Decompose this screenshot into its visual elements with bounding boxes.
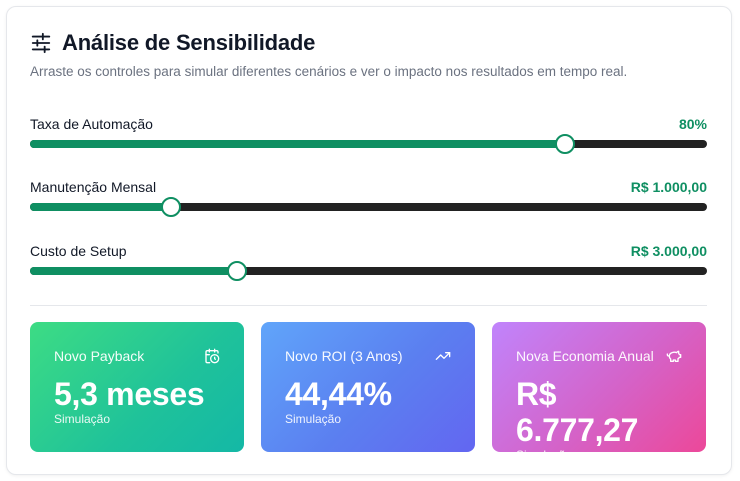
slider-value: 80% — [678, 116, 707, 132]
slider-fill — [30, 203, 172, 211]
header: Análise de Sensibilidade — [30, 30, 315, 56]
metric-label: Novo ROI (3 Anos) — [285, 348, 403, 364]
slider-value: R$ 3.000,00 — [630, 243, 707, 259]
slider-monthly-maintenance: Manutenção Mensal R$ 1.000,00 — [30, 177, 707, 217]
metric-card-payback: Novo Payback 5,3 meses Simulação — [30, 322, 244, 452]
metric-caption: Simulação — [516, 448, 573, 462]
slider-track[interactable] — [30, 134, 707, 154]
metric-caption: Simulação — [54, 412, 111, 426]
slider-track[interactable] — [30, 197, 707, 217]
slider-setup-cost: Custo de Setup R$ 3.000,00 — [30, 241, 707, 281]
slider-label: Taxa de Automação — [30, 116, 153, 132]
slider-fill — [30, 140, 565, 148]
slider-fill — [30, 267, 238, 275]
metric-label: Nova Economia Anual — [516, 348, 654, 364]
slider-thumb[interactable] — [554, 134, 575, 154]
metric-card-roi: Novo ROI (3 Anos) 44,44% Simulação — [261, 322, 475, 452]
piggy-bank-icon — [666, 350, 682, 362]
trending-up-icon — [435, 352, 451, 360]
metric-caption: Simulação — [285, 412, 342, 426]
page-subtitle: Arraste os controles para simular difere… — [30, 64, 628, 79]
metric-value: 5,3 meses — [54, 376, 205, 412]
slider-label: Manutenção Mensal — [30, 179, 157, 195]
slider-automation-rate: Taxa de Automação 80% — [30, 114, 707, 154]
metric-value: R$ 6.777,27 — [516, 376, 639, 448]
slider-label: Custo de Setup — [30, 243, 127, 259]
divider — [30, 305, 707, 306]
metric-card-annual-savings: Nova Economia Anual R$ 6.777,27 Simulaçã… — [492, 322, 706, 462]
slider-track[interactable] — [30, 261, 707, 281]
calendar-clock-icon — [205, 348, 220, 364]
sliders-icon — [31, 32, 51, 54]
page-title: Análise de Sensibilidade — [62, 30, 316, 55]
slider-value: R$ 1.000,00 — [630, 179, 707, 195]
metric-label: Novo Payback — [54, 348, 145, 364]
metric-value: 44,44% — [285, 376, 392, 412]
